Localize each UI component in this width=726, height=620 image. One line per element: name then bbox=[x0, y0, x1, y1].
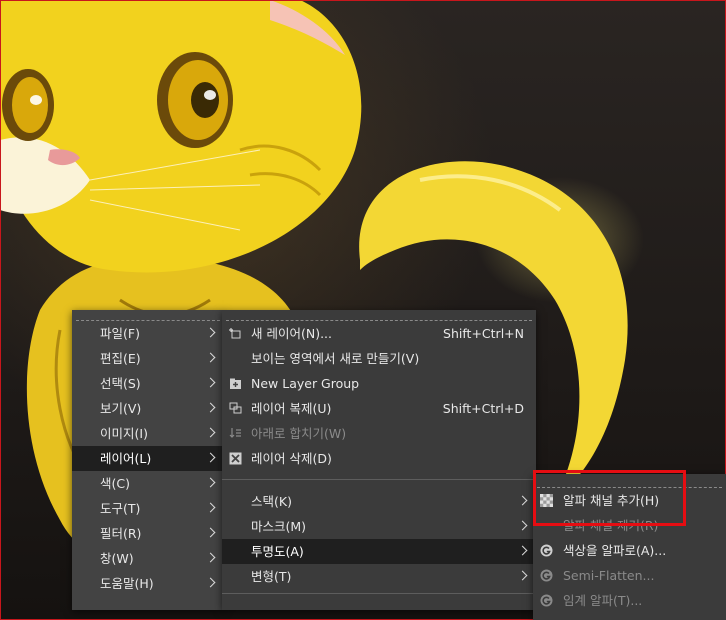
menu-item-windows[interactable]: 창(W) bbox=[72, 546, 224, 571]
mask-submenu-item[interactable]: 마스크(M) bbox=[222, 514, 536, 539]
menu-separator bbox=[222, 479, 536, 480]
new-layer-item[interactable]: 새 레이어(N)... Shift+Ctrl+N bbox=[222, 321, 536, 346]
menu-item-label: 아래로 합치기(W) bbox=[251, 426, 347, 441]
menu-item-image[interactable]: 이미지(I) bbox=[72, 421, 224, 446]
merge-down-icon bbox=[229, 428, 241, 438]
new-from-visible-item[interactable]: 보이는 영역에서 새로 만들기(V) bbox=[222, 346, 536, 371]
new-layer-group-icon bbox=[230, 378, 241, 389]
chevron-right-icon bbox=[205, 377, 216, 388]
chevron-right-icon bbox=[205, 577, 216, 588]
chevron-right-icon bbox=[205, 352, 216, 363]
duplicate-layer-icon bbox=[229, 402, 242, 414]
menu-item-label: 색상을 알파로(A)... bbox=[563, 543, 667, 558]
threshold-alpha-item[interactable]: 임계 알파(T)... bbox=[533, 588, 726, 613]
chevron-right-icon bbox=[205, 402, 216, 413]
checkerboard-icon bbox=[540, 494, 553, 507]
chevron-right-icon bbox=[205, 552, 216, 563]
tear-off-line[interactable] bbox=[537, 474, 722, 488]
chevron-right-icon bbox=[205, 452, 216, 463]
duplicate-layer-item[interactable]: 레이어 복제(U) Shift+Ctrl+D bbox=[222, 396, 536, 421]
menu-item-edit[interactable]: 편집(E) bbox=[72, 346, 224, 371]
menu-item-label: 임계 알파(T)... bbox=[563, 593, 643, 608]
context-menu: 파일(F) 편집(E) 선택(S) 보기(V) 이미지(I) 레이어(L) 색(… bbox=[72, 310, 224, 610]
color-to-alpha-item[interactable]: 색상을 알파로(A)... bbox=[533, 538, 726, 563]
menu-item-select[interactable]: 선택(S) bbox=[72, 371, 224, 396]
chevron-right-icon bbox=[205, 427, 216, 438]
menu-item-label: 레이어(L) bbox=[100, 451, 152, 466]
menu-item-label: 새 레이어(N)... bbox=[251, 326, 332, 341]
add-alpha-channel-item[interactable]: 알파 채널 추가(H) bbox=[533, 488, 726, 513]
menu-item-label: 보이는 영역에서 새로 만들기(V) bbox=[251, 351, 420, 366]
menu-item-file[interactable]: 파일(F) bbox=[72, 321, 224, 346]
gegl-icon bbox=[540, 544, 553, 557]
menu-item-filters[interactable]: 필터(R) bbox=[72, 521, 224, 546]
menu-item-label: 레이어 복제(U) bbox=[251, 401, 332, 416]
menu-item-label: 알파 채널 추가(H) bbox=[563, 493, 660, 508]
menu-item-help[interactable]: 도움말(H) bbox=[72, 571, 224, 596]
stack-submenu-item[interactable]: 스택(K) bbox=[222, 489, 536, 514]
chevron-right-icon bbox=[517, 520, 528, 531]
shortcut-label: Shift+Ctrl+D bbox=[442, 401, 524, 416]
chevron-right-icon bbox=[205, 527, 216, 538]
transparency-submenu: 알파 채널 추가(H) 알파 채널 제거(R) 색상을 알파로(A)... Se… bbox=[533, 474, 726, 620]
chevron-right-icon bbox=[517, 545, 528, 556]
menu-item-layer[interactable]: 레이어(L) bbox=[72, 446, 224, 471]
menu-item-label: 스택(K) bbox=[251, 494, 292, 509]
new-layer-icon bbox=[229, 328, 241, 339]
chevron-right-icon bbox=[517, 570, 528, 581]
menu-item-label: 투명도(A) bbox=[251, 544, 304, 559]
menu-item-label: 색(C) bbox=[100, 476, 130, 491]
menu-separator bbox=[222, 593, 536, 594]
menu-item-label: 필터(R) bbox=[100, 526, 142, 541]
menu-item-label: 편집(E) bbox=[100, 351, 141, 366]
shortcut-label: Shift+Ctrl+N bbox=[443, 326, 524, 341]
menu-item-label: Semi-Flatten... bbox=[563, 568, 655, 583]
menu-item-label: 창(W) bbox=[100, 551, 134, 566]
menu-item-label: New Layer Group bbox=[251, 376, 360, 391]
chevron-right-icon bbox=[205, 502, 216, 513]
chevron-right-icon bbox=[205, 477, 216, 488]
menu-item-tools[interactable]: 도구(T) bbox=[72, 496, 224, 521]
layer-submenu: 새 레이어(N)... Shift+Ctrl+N 보이는 영역에서 새로 만들기… bbox=[222, 310, 536, 610]
menu-item-label: 마스크(M) bbox=[251, 519, 307, 534]
menu-item-label: 레이어 삭제(D) bbox=[251, 451, 332, 466]
menu-item-label: 이미지(I) bbox=[100, 426, 148, 441]
menu-item-label: 도움말(H) bbox=[100, 576, 154, 591]
menu-item-label: 파일(F) bbox=[100, 326, 140, 341]
transparency-submenu-item[interactable]: 투명도(A) bbox=[222, 539, 536, 564]
remove-alpha-channel-item[interactable]: 알파 채널 제거(R) bbox=[533, 513, 726, 538]
gegl-icon bbox=[540, 569, 553, 582]
gegl-icon bbox=[540, 594, 553, 607]
menu-item-colors[interactable]: 색(C) bbox=[72, 471, 224, 496]
transform-submenu-item[interactable]: 변형(T) bbox=[222, 564, 536, 589]
chevron-right-icon bbox=[205, 327, 216, 338]
menu-item-view[interactable]: 보기(V) bbox=[72, 396, 224, 421]
menu-item-label: 선택(S) bbox=[100, 376, 141, 391]
new-layer-group-item[interactable]: New Layer Group bbox=[222, 371, 536, 396]
menu-item-label: 알파 채널 제거(R) bbox=[563, 518, 659, 533]
delete-layer-icon bbox=[229, 452, 242, 465]
menu-item-label: 보기(V) bbox=[100, 401, 142, 416]
menu-item-label: 변형(T) bbox=[251, 569, 292, 584]
semi-flatten-item[interactable]: Semi-Flatten... bbox=[533, 563, 726, 588]
tear-off-line[interactable] bbox=[226, 310, 532, 321]
merge-down-item[interactable]: 아래로 합치기(W) bbox=[222, 421, 536, 446]
chevron-right-icon bbox=[517, 495, 528, 506]
delete-layer-item[interactable]: 레이어 삭제(D) bbox=[222, 446, 536, 471]
tear-off-line[interactable] bbox=[76, 310, 220, 321]
menu-item-label: 도구(T) bbox=[100, 501, 141, 516]
